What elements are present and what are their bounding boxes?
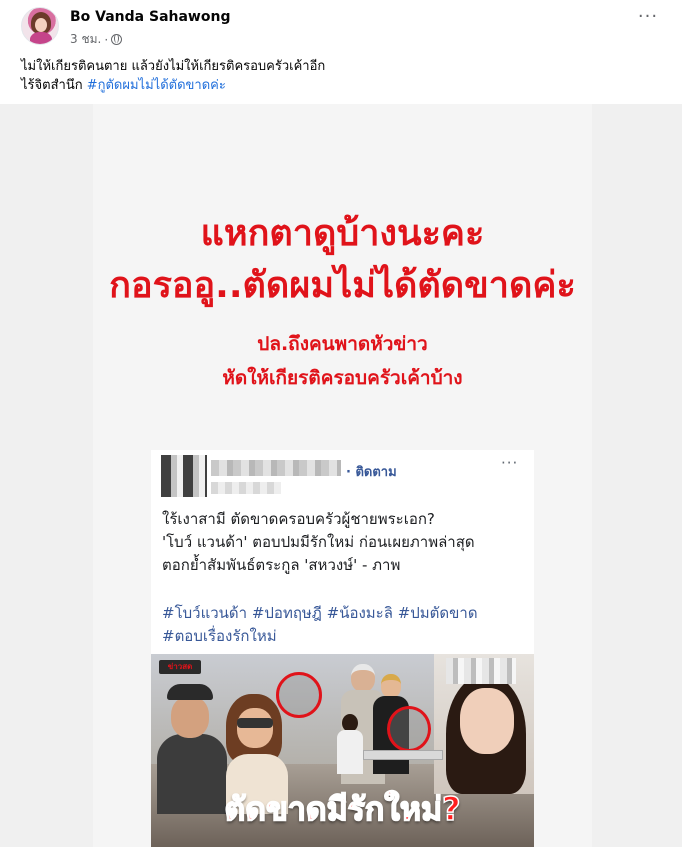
post-more-button[interactable]: ··· [636,8,660,32]
shared-graphic: แหกตาดูบ้างนะคะ กอรออู..ตัดผมไม่ได้ตัดขา… [93,104,592,847]
avatar-dress [30,32,52,44]
embedded-news-post: · ติดตาม ··· ใร้เงาสามี ตัดขาดครอบครัวผู… [151,450,534,847]
caption-line-1: ไม่ให้เกียรติคนตาย แล้วยังไม่ให้เกียรติค… [21,59,326,74]
author-avatar[interactable] [21,7,59,45]
subhead-line-2: หัดให้เกียรติครอบครัวเค้าบ้าง [222,367,463,389]
embed-tags-line-2: #ตอบเรื่องรักใหม่ [162,627,277,645]
blurred-page-name [211,460,341,476]
post-timestamp[interactable]: 3 ชม. [70,30,101,49]
embed-tags-line-1: #โบว์แวนด้า #ปอทฤษฎี #น้องมะลิ #ปมตัดขาด [162,604,478,622]
post-photo[interactable]: แหกตาดูบ้างนะคะ กอรออู..ตัดผมไม่ได้ตัดขา… [0,104,682,847]
red-circle-highlight [387,706,431,752]
meta-separator: · [104,32,109,47]
blurred-page-avatar [161,455,207,497]
headline-line-1: แหกตาดูบ้างนะคะ [200,213,485,254]
thumbnail-overlay-text: ตัดขาดมีรักใหม่? [224,789,462,829]
globe-icon [111,34,123,45]
inset-photo [363,750,443,760]
author-name[interactable]: Bo Vanda Sahawong [70,9,230,25]
caption-line-2: ไร้จิตสำนึก #กูตัดผมไม่ได้ตัดขาดค่ะ [21,76,325,95]
embed-more-icon: ··· [501,454,519,472]
news-thumbnail: ข่าวสด ตัดขาดมีรักใหม่? [151,654,534,847]
person-child [337,714,363,774]
news-brand-logo: ข่าวสด [159,660,201,674]
subhead-line-1: ปล.ถึงคนพาดหัวข่าว [257,333,428,355]
follow-link: · ติดตาม [346,465,397,480]
embed-text-line-2: 'โบว์ แวนด้า' ตอบปมมีรักใหม่ ก่อนเผยภาพล… [162,533,475,551]
blurred-logo [446,658,516,684]
embed-hashtags: #โบว์แวนด้า #ปอทฤษฎี #น้องมะลิ #ปมตัดขาด… [162,602,527,648]
avatar-face [35,18,47,32]
embed-text-line-3: ตอกย้ำสัมพันธ์ตระกูล 'สหวงษ์' - ภาพ [162,556,401,574]
post-header: Bo Vanda Sahawong 3 ชม. · ··· ไม่ให้เกีย… [0,0,682,104]
post-meta: 3 ชม. · [70,30,123,49]
embed-text-line-1: ใร้เงาสามี ตัดขาดครอบครัวผู้ชายพระเอก? [162,510,435,528]
caption-hashtag-link[interactable]: #กูตัดผมไม่ได้ตัดขาดค่ะ [87,78,226,93]
embed-post-text: ใร้เงาสามี ตัดขาดครอบครัวผู้ชายพระเอก? '… [162,508,527,577]
post-caption: ไม่ให้เกียรติคนตาย แล้วยังไม่ให้เกียรติค… [21,57,325,95]
caption-text: ไร้จิตสำนึก [21,78,87,93]
blurred-page-subtext [211,482,281,494]
red-circle-highlight [276,672,322,718]
headline-line-2: กอรออู..ตัดผมไม่ได้ตัดขาดค่ะ [109,265,576,306]
